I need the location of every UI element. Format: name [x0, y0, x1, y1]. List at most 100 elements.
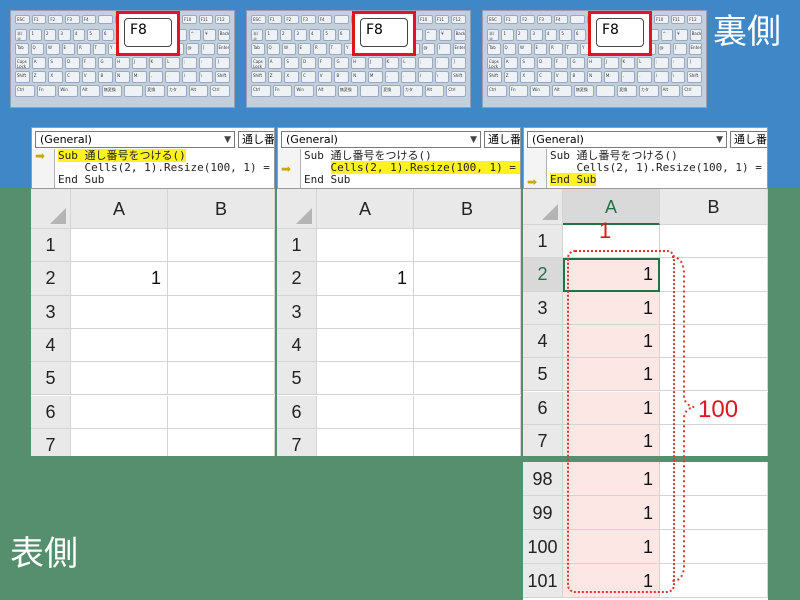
keyboard-key[interactable]: C [301, 71, 316, 83]
keyboard-key[interactable]: Ctrl [251, 85, 271, 97]
keyboard-key[interactable]: Shift [15, 71, 30, 83]
keyboard-key[interactable]: : [434, 57, 450, 69]
keyboard-key[interactable]: M [603, 71, 619, 83]
keyboard-key[interactable]: R [77, 43, 91, 55]
procedure-combo[interactable]: 通し番 [730, 131, 767, 148]
procedure-combo[interactable]: 通し番 [484, 131, 520, 148]
keyboard-key[interactable]: , [620, 71, 636, 83]
keyboard-key[interactable]: 4 [72, 29, 86, 41]
keyboard-key[interactable]: Alt [188, 85, 209, 97]
cell-a6[interactable] [317, 395, 414, 429]
row-header[interactable]: 5 [277, 362, 317, 396]
keyboard-key[interactable]: . [165, 71, 180, 83]
keyboard-key[interactable]: 1 [265, 29, 278, 41]
keyboard-key[interactable]: 1 [501, 29, 514, 41]
keyboard-key[interactable]: 5 [323, 29, 336, 41]
row-header[interactable]: 7 [277, 428, 317, 456]
keyboard-key[interactable]: A [267, 57, 283, 69]
keyboard-key[interactable]: , [384, 71, 400, 83]
row-header[interactable]: 4 [277, 328, 317, 363]
cell-b4[interactable] [414, 328, 521, 363]
cell-b3[interactable] [414, 295, 521, 329]
row-header[interactable]: 99 [523, 496, 563, 530]
row-header[interactable]: 100 [523, 530, 563, 564]
keyboard-key[interactable]: Ctrl [487, 85, 507, 97]
object-combo[interactable]: (General) ▼ [281, 131, 481, 148]
cell-a2[interactable]: 1 [71, 262, 168, 296]
keyboard-key[interactable]: F11 [670, 15, 686, 24]
cell-a7[interactable] [317, 428, 414, 456]
keyboard-key[interactable]: 6 [337, 29, 351, 41]
select-all-corner[interactable] [31, 189, 71, 229]
row-header[interactable]: 6 [277, 395, 317, 429]
keyboard-key[interactable]: Q [266, 43, 280, 55]
keyboard-key[interactable]: Fn [508, 85, 529, 97]
keyboard-key[interactable]: Z [31, 71, 47, 83]
keyboard-key[interactable] [123, 85, 144, 97]
keyboard-key[interactable]: V [81, 71, 97, 83]
keyboard-key[interactable]: \ [198, 71, 214, 83]
keyboard-key[interactable]: Q [30, 43, 44, 55]
cell-b2[interactable] [168, 262, 275, 296]
keyboard-key[interactable]: F3 [301, 15, 316, 24]
object-combo[interactable]: (General) ▼ [527, 131, 727, 148]
keyboard-key[interactable]: S [284, 57, 300, 69]
keyboard-key[interactable] [359, 85, 380, 97]
keyboard-key[interactable]: F10 [653, 15, 669, 24]
keyboard-key[interactable]: R [549, 43, 563, 55]
keyboard-key[interactable]: Alt [424, 85, 445, 97]
keyboard-key[interactable]: Q [502, 43, 516, 55]
keyboard-key[interactable]: [ [201, 43, 215, 55]
keyboard-key[interactable]: F2 [48, 15, 64, 24]
keyboard-key[interactable]: A [503, 57, 519, 69]
keyboard-key[interactable]: ; [181, 57, 197, 69]
select-all-corner[interactable] [523, 189, 563, 225]
cell-a5[interactable] [71, 362, 168, 396]
code-area[interactable]: Sub 通し番号をつける() Cells(2, 1).Resize(100, 1… [58, 149, 274, 186]
keyboard-key[interactable]: Enter [216, 43, 230, 55]
keyboard-key[interactable]: B [570, 71, 586, 83]
keyboard-key[interactable]: Caps Lock [15, 57, 30, 69]
keyboard-key[interactable]: H [587, 57, 602, 69]
keyboard-key[interactable]: 4 [544, 29, 558, 41]
object-combo[interactable]: (General) ▼ [35, 131, 235, 148]
keyboard-key[interactable]: カタ [638, 85, 659, 97]
keyboard-key[interactable]: ESC [487, 15, 502, 24]
keyboard-key[interactable]: Ctrl [682, 85, 703, 97]
keyboard-key[interactable]: S [520, 57, 536, 69]
keyboard-key[interactable]: Z [503, 71, 519, 83]
keyboard-key[interactable]: 変換 [145, 85, 165, 97]
keyboard-key[interactable]: ESC [15, 15, 30, 24]
keyboard-key[interactable]: 変換 [617, 85, 637, 97]
procedure-combo[interactable]: 通し番 [238, 131, 274, 148]
keyboard-key[interactable]: Win [58, 85, 79, 97]
row-header[interactable]: 101 [523, 564, 563, 598]
keyboard-key[interactable]: E [533, 43, 547, 55]
keyboard-key[interactable]: F2 [284, 15, 300, 24]
keyboard-key[interactable]: K [148, 57, 164, 69]
row-header[interactable]: 4 [523, 324, 563, 359]
keyboard-key[interactable]: ^ [424, 29, 438, 41]
keyboard-key[interactable]: 6 [573, 29, 587, 41]
keyboard-key[interactable]: / [653, 71, 669, 83]
keyboard-key[interactable]: F [317, 57, 333, 69]
keyboard-key[interactable]: W [518, 43, 532, 55]
keyboard-key[interactable]: C [537, 71, 552, 83]
cell-a3[interactable] [317, 295, 414, 329]
keyboard-key[interactable]: [ [437, 43, 451, 55]
column-header-b[interactable]: B [414, 189, 521, 229]
keyboard-key[interactable]: F10 [417, 15, 433, 24]
row-header[interactable]: 5 [523, 358, 563, 392]
keyboard-key[interactable]: F4 [553, 15, 569, 24]
keyboard-key[interactable]: カタ [166, 85, 187, 97]
keyboard-key[interactable]: . [637, 71, 652, 83]
keyboard-key[interactable]: F4 [81, 15, 97, 24]
keyboard-key[interactable] [334, 15, 350, 24]
keyboard-key[interactable]: B [98, 71, 114, 83]
cell-b4[interactable] [168, 328, 275, 363]
keyboard-key[interactable]: T [92, 43, 106, 55]
cell-a1[interactable] [317, 229, 414, 263]
keyboard-key[interactable]: 2 [279, 29, 293, 41]
keyboard-key[interactable]: Back [689, 29, 703, 41]
keyboard-key[interactable]: Win [294, 85, 315, 97]
